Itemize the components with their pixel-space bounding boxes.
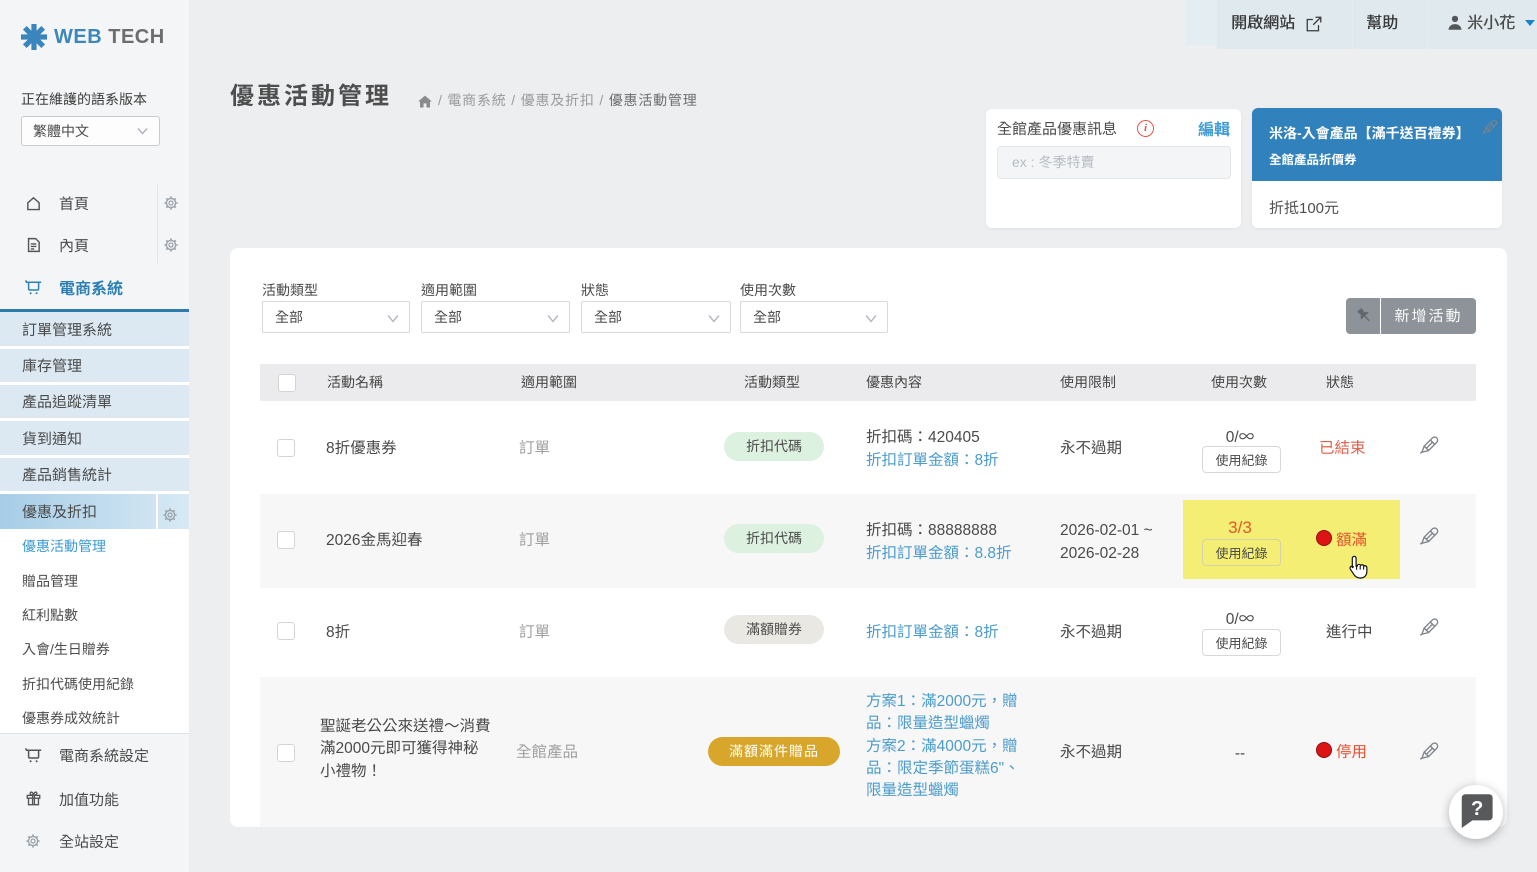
svg-text:?: ?	[1471, 798, 1483, 820]
